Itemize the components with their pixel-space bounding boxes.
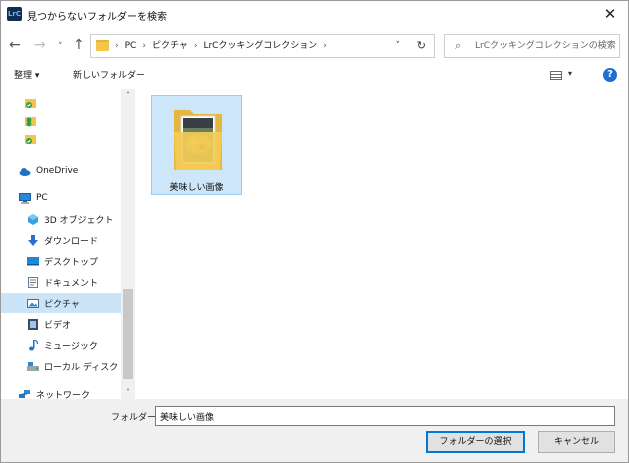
recent-locations-chevron-icon[interactable]: ˅: [58, 39, 63, 55]
breadcrumb-separator[interactable]: ›: [142, 35, 146, 57]
sidebar-item-label: ピクチャ: [44, 299, 80, 310]
sidebar-item-label: ドキュメント: [44, 278, 99, 289]
photo-folder-icon: [174, 110, 222, 170]
desktop-icon: [27, 256, 39, 265]
download-icon: [28, 234, 38, 246]
folder-picker-dialog: LrC 見つからないフォルダーを検索 ✕ ← → ˅ ↑ › PC › ピクチャ…: [0, 0, 629, 463]
search-icon: ⌕: [455, 39, 462, 52]
breadcrumb-separator[interactable]: ›: [323, 35, 327, 57]
disk-icon: [27, 361, 39, 371]
cloud-icon: [19, 167, 31, 176]
view-dropdown-icon[interactable]: ▾: [568, 69, 572, 78]
search-box[interactable]: ⌕ LrCクッキングコレクションの検索: [444, 34, 620, 58]
sidebar-item-label: OneDrive: [36, 166, 79, 176]
sidebar-item-label: PC: [36, 193, 48, 203]
folder-name-field[interactable]: [155, 406, 615, 426]
help-icon[interactable]: ?: [603, 68, 617, 82]
3d-objects-icon: [28, 213, 38, 225]
refresh-icon[interactable]: ↻: [417, 35, 426, 57]
close-button[interactable]: ✕: [602, 5, 618, 23]
folder-icon: [96, 40, 109, 51]
back-arrow-icon[interactable]: ←: [9, 37, 21, 53]
sidebar-scrollbar[interactable]: ˄ ˅: [121, 89, 135, 399]
sidebar-item-label: ミュージック: [44, 341, 98, 352]
breadcrumb-pictures[interactable]: ピクチャ: [152, 35, 188, 57]
sidebar-item-label: ローカル ディスク (C: [44, 362, 131, 373]
navigation-bar: ← → ˅ ↑ › PC › ピクチャ › LrCクッキングコレクション › ˅…: [1, 31, 628, 61]
pictures-icon: [27, 298, 39, 308]
organize-menu-button[interactable]: 整理 ▾: [14, 68, 39, 81]
network-icon: [19, 389, 30, 398]
dialog-footer: フォルダー: フォルダーの選択 キャンセル: [1, 399, 628, 462]
breadcrumb-separator[interactable]: ›: [194, 35, 198, 57]
sidebar-item-label: ダウンロード: [44, 236, 99, 247]
scroll-up-arrow-icon[interactable]: ˄: [121, 91, 135, 100]
cancel-button[interactable]: キャンセル: [538, 431, 615, 453]
up-arrow-icon[interactable]: ↑: [73, 37, 85, 53]
sidebar-item-label: ビデオ: [44, 320, 72, 331]
video-icon: [28, 318, 38, 330]
breadcrumb-pc[interactable]: PC: [125, 35, 137, 57]
sync-folder-icon: [25, 134, 36, 144]
view-options-icon[interactable]: [550, 71, 562, 80]
window-title: 見つからないフォルダーを検索: [27, 12, 167, 23]
sidebar-item-label: デスクトップ: [44, 257, 99, 268]
lightroom-app-icon: LrC: [7, 7, 22, 21]
sidebar-item-pictures[interactable]: ピクチャ: [1, 293, 121, 313]
select-folder-button[interactable]: フォルダーの選択: [426, 431, 525, 453]
folder-item-label: 美味しい画像: [169, 183, 224, 193]
breadcrumb-separator: ›: [115, 41, 119, 51]
document-icon: [28, 276, 38, 288]
title-bar: LrC 見つからないフォルダーを検索 ✕: [1, 1, 628, 29]
folder-field-label: フォルダー:: [111, 413, 160, 423]
address-bar[interactable]: › PC › ピクチャ › LrCクッキングコレクション › ˅ ↻: [90, 34, 435, 58]
sync-folder-icon: [25, 116, 36, 126]
navigation-pane: OneDrive PC 3D オブジェクト ダウンロード デスクトップ ドキュメ…: [1, 89, 135, 401]
sync-folder-icon: [25, 98, 36, 108]
address-dropdown-icon[interactable]: ˅: [396, 35, 401, 57]
music-icon: [29, 339, 39, 350]
file-list-pane: 美味しい画像: [136, 89, 628, 399]
breadcrumb-collection[interactable]: LrCクッキングコレクション: [203, 35, 317, 57]
folder-item[interactable]: 美味しい画像: [151, 95, 242, 195]
sidebar-item-label: 3D オブジェクト: [44, 215, 114, 226]
new-folder-button[interactable]: 新しいフォルダー: [73, 68, 145, 81]
forward-arrow-icon[interactable]: →: [34, 37, 46, 53]
search-input[interactable]: LrCクッキングコレクションの検索: [475, 35, 616, 57]
pc-icon: [19, 192, 31, 203]
scroll-down-arrow-icon[interactable]: ˅: [121, 388, 135, 397]
scrollbar-thumb[interactable]: [123, 289, 133, 379]
breadcrumb: › PC › ピクチャ › LrCクッキングコレクション ›: [115, 35, 327, 57]
command-bar: 整理 ▾ 新しいフォルダー ▾ ?: [1, 63, 628, 87]
